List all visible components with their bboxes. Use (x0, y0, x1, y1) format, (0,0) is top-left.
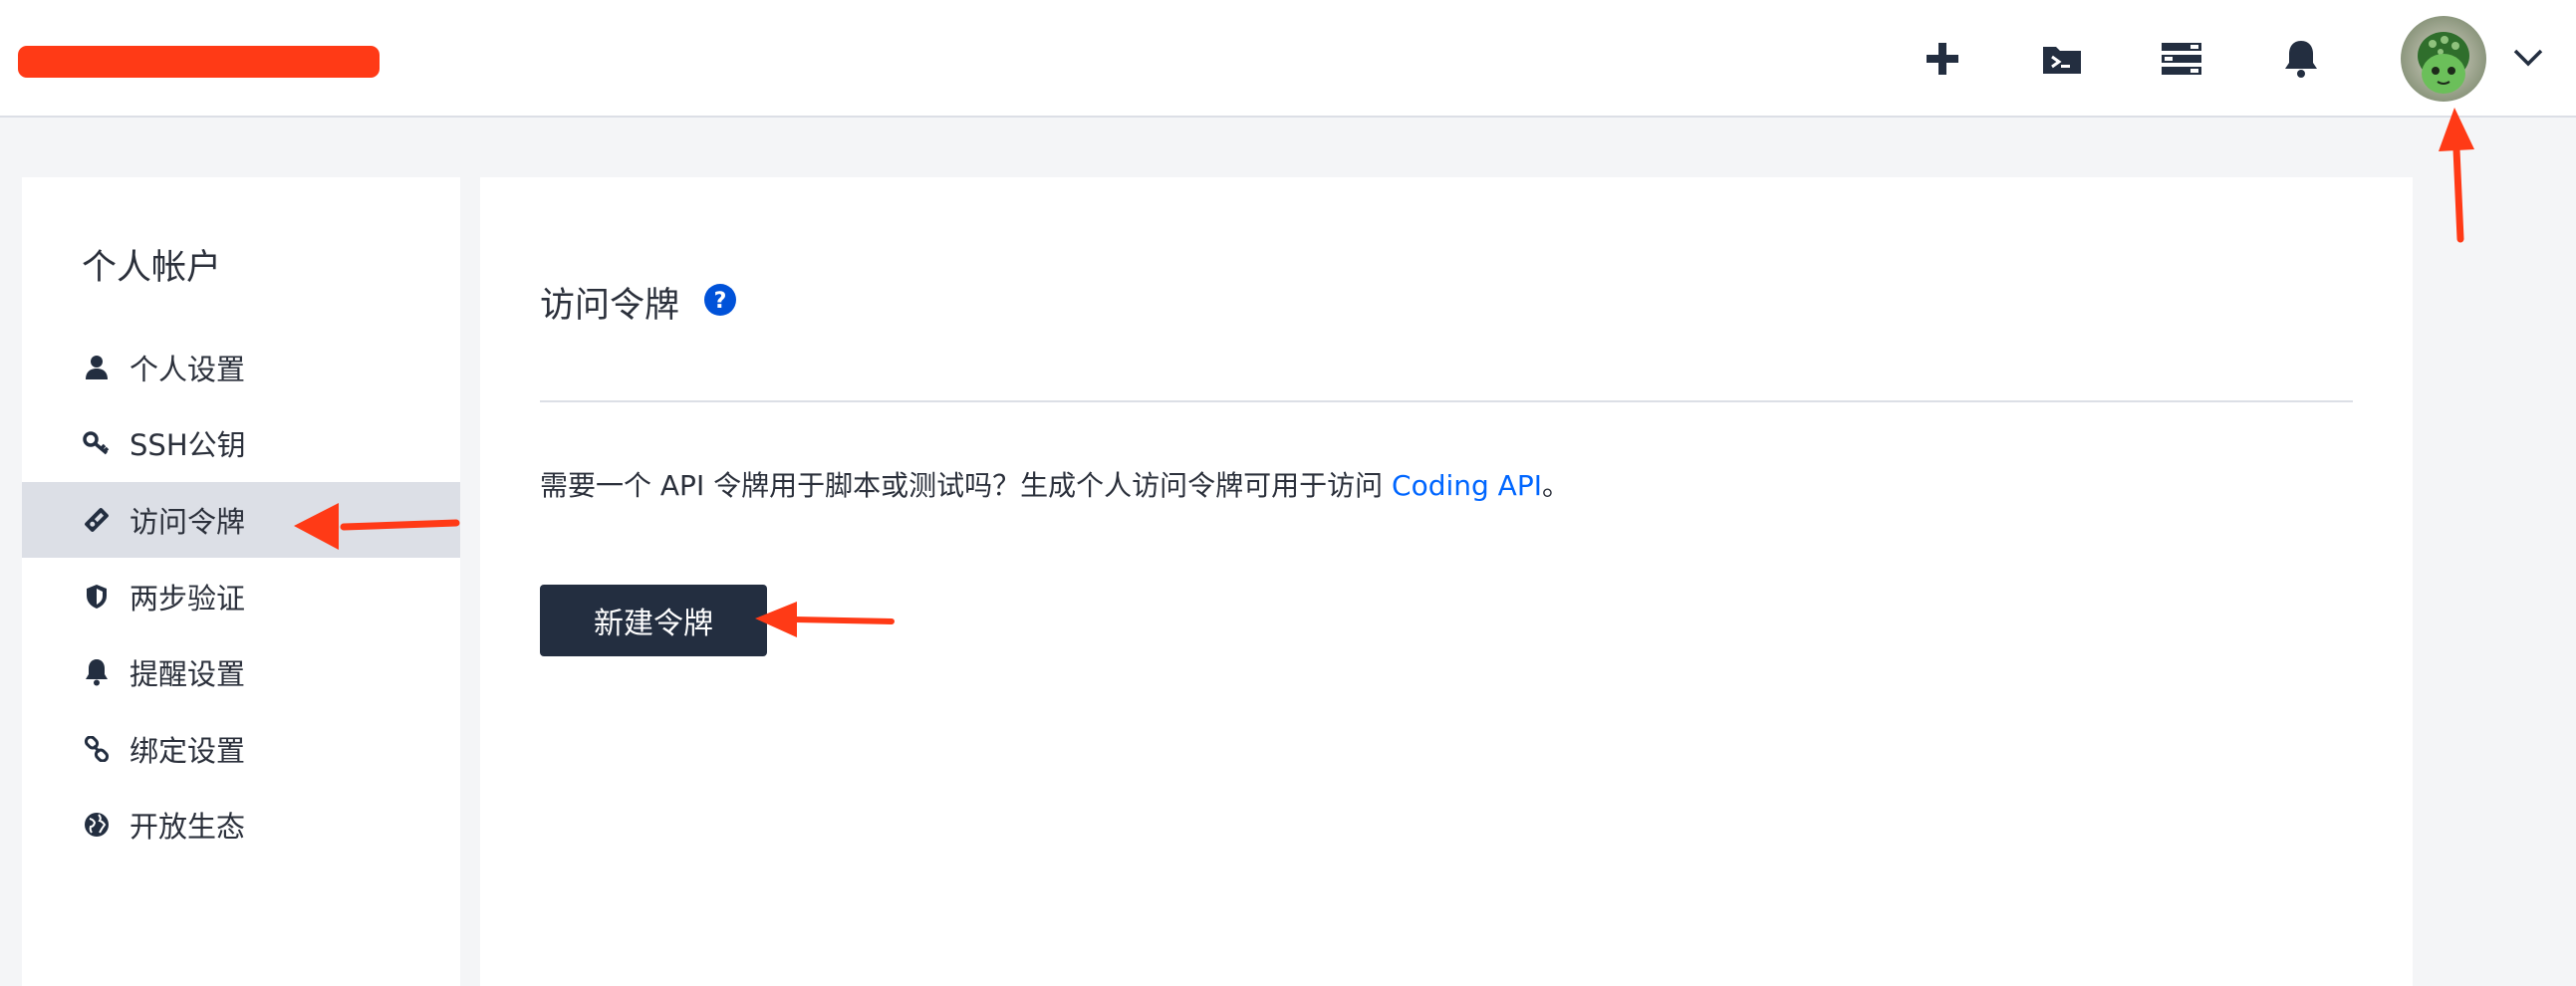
new-token-button[interactable]: 新建令牌 (540, 585, 767, 656)
chevron-down-icon[interactable] (2508, 38, 2548, 78)
avatar[interactable] (2401, 16, 2486, 102)
sidebar-item-label: 开放生态 (129, 810, 246, 844)
bell-icon (82, 657, 112, 687)
coding-api-link[interactable]: Coding API (1392, 469, 1542, 502)
folder-terminal-icon[interactable] (2032, 34, 2092, 84)
account-sidebar: 个人帐户 个人设置 SSH公钥 访问令牌 两步验证 提醒设置 绑定设置 开放生态 (22, 177, 460, 986)
user-icon (82, 353, 112, 382)
globe-icon (82, 810, 112, 840)
link-icon (82, 734, 112, 764)
sidebar-item-notifications[interactable]: 提醒设置 (22, 634, 460, 710)
sidebar-item-label: 个人设置 (129, 353, 246, 386)
key-icon (82, 428, 112, 458)
arrow-to-avatar (2439, 108, 2474, 243)
sidebar-item-label: 提醒设置 (129, 657, 246, 691)
ticket-icon (82, 505, 112, 535)
main-panel: 访问令牌 ? 需要一个 API 令牌用于脚本或测试吗？生成个人访问令牌可用于访问… (480, 177, 2413, 986)
sidebar-item-bindings[interactable]: 绑定设置 (22, 711, 460, 787)
server-stack-icon[interactable] (2152, 34, 2211, 84)
help-icon[interactable]: ? (703, 283, 737, 317)
page-title: 访问令牌 (540, 286, 680, 326)
top-header (0, 0, 2576, 118)
description-text: 需要一个 API 令牌用于脚本或测试吗？生成个人访问令牌可用于访问 (540, 469, 1393, 502)
svg-text:?: ? (714, 289, 727, 314)
sidebar-item-open-ecosystem[interactable]: 开放生态 (22, 787, 460, 863)
sidebar-item-label: SSH公钥 (129, 428, 246, 462)
divider (540, 400, 2353, 402)
sidebar-item-label: 访问令牌 (129, 505, 246, 539)
sidebar-item-label: 两步验证 (129, 582, 246, 616)
sidebar-item-two-factor[interactable]: 两步验证 (22, 559, 460, 634)
sidebar-title: 个人帐户 (82, 248, 222, 288)
sidebar-item-access-tokens[interactable]: 访问令牌 (22, 482, 460, 558)
shield-icon (82, 582, 112, 612)
bell-icon[interactable] (2271, 34, 2331, 84)
plus-icon[interactable] (1913, 34, 1972, 84)
sidebar-item-ssh-keys[interactable]: SSH公钥 (22, 405, 460, 481)
description-suffix: 。 (1541, 469, 1570, 502)
sidebar-item-personal-settings[interactable]: 个人设置 (22, 330, 460, 405)
description: 需要一个 API 令牌用于脚本或测试吗？生成个人访问令牌可用于访问 Coding… (540, 464, 1570, 504)
sidebar-item-label: 绑定设置 (129, 734, 246, 768)
redacted-logo (18, 46, 380, 78)
